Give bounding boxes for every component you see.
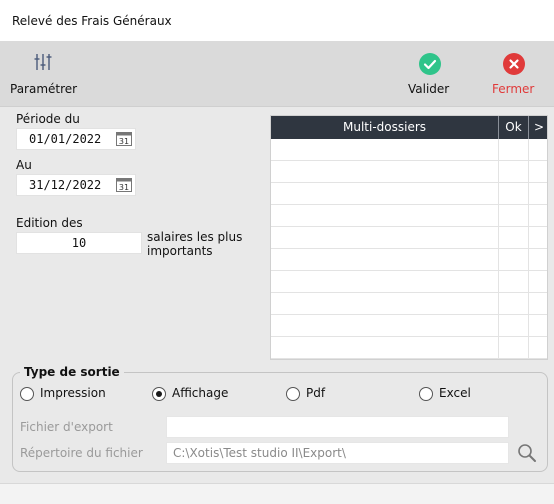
edition-count-value: 10 [71, 236, 87, 250]
grid-row[interactable] [271, 315, 547, 337]
status-bar [0, 483, 554, 504]
grid-cell-ok[interactable] [499, 161, 529, 183]
fermer-button[interactable] [503, 53, 525, 75]
grid-cell-dossier[interactable] [271, 139, 499, 161]
grid-cell-dossier[interactable] [271, 315, 499, 337]
grid-row[interactable] [271, 139, 547, 161]
grid-cell-ok[interactable] [499, 205, 529, 227]
calendar-day: 31 [119, 137, 129, 146]
radio-button[interactable] [286, 387, 300, 401]
periode-au-value: 31/12/2022 [29, 178, 102, 192]
grid-cell-ok[interactable] [499, 293, 529, 315]
fermer-label[interactable]: Fermer [492, 82, 534, 96]
radio-selected-dot [156, 391, 162, 397]
grid-row[interactable] [271, 227, 547, 249]
grid-row[interactable] [271, 183, 547, 205]
check-circle-icon [419, 53, 441, 75]
fichier-export-label: Fichier d'export [20, 420, 113, 434]
grid-cell-ok[interactable] [499, 139, 529, 161]
grid-cell-ok[interactable] [499, 227, 529, 249]
radio-button[interactable] [152, 387, 166, 401]
radio-button[interactable] [20, 387, 34, 401]
valider-label[interactable]: Valider [408, 82, 449, 96]
type-sortie-label: Type de sortie [20, 365, 124, 379]
repertoire-label: Répertoire du fichier [20, 446, 143, 460]
grid-scroll-right-button[interactable]: > [529, 116, 547, 139]
window-title: Relevé des Frais Généraux [12, 14, 172, 28]
parametrer-label[interactable]: Paramétrer [10, 82, 77, 96]
radio-label[interactable]: Affichage [172, 386, 228, 400]
radio-label[interactable]: Pdf [306, 386, 325, 400]
grid-cell-dossier[interactable] [271, 293, 499, 315]
grid-cell-dossier[interactable] [271, 183, 499, 205]
grid-row[interactable] [271, 161, 547, 183]
edition-count-field[interactable]: 10 [16, 232, 142, 254]
edition-label: Edition des [16, 216, 83, 230]
search-icon[interactable] [516, 442, 538, 464]
grid-cell-ok[interactable] [499, 183, 529, 205]
radio-label[interactable]: Excel [439, 386, 471, 400]
grid-cell-ok[interactable] [499, 337, 529, 359]
grid-cell-ok[interactable] [499, 271, 529, 293]
col-ok[interactable]: Ok [499, 116, 529, 139]
grid-cell-ok[interactable] [499, 315, 529, 337]
radio-button[interactable] [419, 387, 433, 401]
periode-du-field[interactable]: 01/01/2022 31 [16, 128, 136, 150]
grid-cell-dossier[interactable] [271, 271, 499, 293]
multi-dossiers-grid[interactable]: Multi-dossiers Ok > [270, 115, 548, 360]
col-multi-dossiers[interactable]: Multi-dossiers [271, 116, 499, 139]
sliders-icon [34, 54, 52, 70]
grid-row[interactable] [271, 249, 547, 271]
calendar-icon[interactable]: 31 [116, 178, 132, 192]
grid-cell-dossier[interactable] [271, 227, 499, 249]
title-bar: Relevé des Frais Généraux [0, 0, 554, 41]
au-label: Au [16, 158, 32, 172]
grid-cell-dossier[interactable] [271, 205, 499, 227]
fichier-export-field[interactable] [166, 416, 509, 438]
valider-button[interactable] [419, 53, 441, 75]
radio-label[interactable]: Impression [40, 386, 106, 400]
calendar-icon[interactable]: 31 [116, 132, 132, 146]
repertoire-field[interactable]: C:\Xotis\Test studio II\Export\ [166, 442, 509, 464]
grid-cell-dossier[interactable] [271, 249, 499, 271]
periode-label: Période du [16, 112, 80, 126]
grid-row[interactable] [271, 205, 547, 227]
grid-row[interactable] [271, 293, 547, 315]
periode-du-value: 01/01/2022 [29, 132, 102, 146]
close-circle-icon [503, 53, 525, 75]
toolbar: Paramétrer Valider Fermer [0, 41, 554, 107]
periode-au-field[interactable]: 31/12/2022 31 [16, 174, 136, 196]
grid-cell-ok[interactable] [499, 249, 529, 271]
grid-cell-dossier[interactable] [271, 337, 499, 359]
grid-row[interactable] [271, 271, 547, 293]
calendar-day: 31 [119, 183, 129, 192]
salaires-label: salaires les plus importants [147, 230, 243, 258]
grid-row[interactable] [271, 337, 547, 359]
parametrer-button[interactable] [32, 51, 54, 73]
grid-cell-dossier[interactable] [271, 161, 499, 183]
grid-header: Multi-dossiers Ok > [271, 116, 547, 139]
